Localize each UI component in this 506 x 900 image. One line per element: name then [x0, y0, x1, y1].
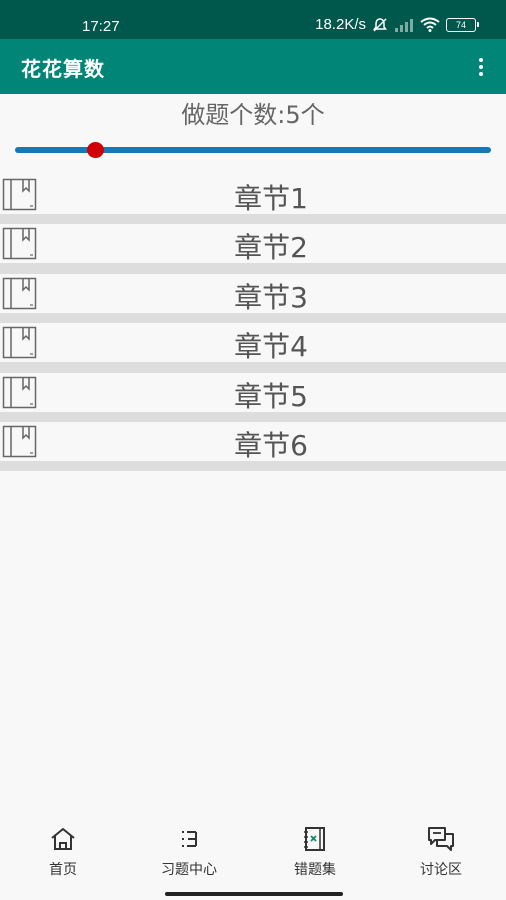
- chapter-label: 章节1: [234, 182, 308, 215]
- nav-wrong-questions-label: 错题集: [294, 862, 336, 878]
- chapter-label: 章节5: [234, 379, 308, 413]
- more-vert-icon[interactable]: [474, 55, 488, 79]
- wifi-icon: [420, 17, 440, 32]
- chapter-item-5[interactable]: 章节5: [0, 372, 506, 413]
- chapter-divider: [0, 460, 506, 472]
- nav-exercise-center-label: 习题中心: [161, 862, 217, 878]
- chapter-divider: [0, 214, 506, 225]
- chapter-row: 章节2: [0, 224, 506, 274]
- chapter-divider: [0, 411, 506, 422]
- chapter-item-1[interactable]: 章节1: [0, 175, 506, 215]
- nav-home-label: 首页: [49, 862, 77, 878]
- nav-discussion-label: 讨论区: [420, 862, 462, 878]
- chapter-item-6[interactable]: 章节6: [0, 421, 506, 462]
- battery-icon: 74: [446, 17, 479, 32]
- app-bar: 花花算数: [0, 39, 506, 94]
- signal-icon: [395, 18, 413, 32]
- discussion-icon: [428, 827, 454, 851]
- app-title: 花花算数: [21, 57, 105, 81]
- chapter-list: 章节1 章节2 章节3 章节4 章节5 章节6: [0, 175, 506, 472]
- chapter-row: 章节6: [0, 421, 506, 472]
- question-count-slider[interactable]: [15, 140, 491, 160]
- question-count-label: 做题个数:5个: [181, 101, 325, 129]
- chapter-row: 章节3: [0, 273, 506, 324]
- chapter-item-4[interactable]: 章节4: [0, 323, 506, 364]
- nav-wrong-questions[interactable]: 错题集: [252, 818, 378, 888]
- chapter-row: 章节1: [0, 175, 506, 225]
- chapter-divider: [0, 263, 506, 274]
- battery-level: 74: [455, 19, 466, 30]
- status-icons: 18.2K/s 74: [315, 16, 479, 33]
- chapter-divider: [0, 312, 506, 324]
- home-icon: [51, 828, 75, 850]
- bottom-nav: 首页 习题中心 错题集 讨论区: [0, 818, 506, 888]
- status-time: 17:27: [82, 18, 120, 35]
- slider-track[interactable]: [15, 147, 491, 153]
- chapter-item-2[interactable]: 章节2: [0, 224, 506, 265]
- nav-home[interactable]: 首页: [0, 818, 126, 888]
- chapter-label: 章节2: [234, 231, 308, 265]
- chapter-divider: [0, 362, 506, 373]
- chapter-row: 章节5: [0, 372, 506, 422]
- chapter-row: 章节4: [0, 323, 506, 373]
- chapter-label: 章节4: [234, 330, 308, 364]
- chapter-label: 章节6: [234, 428, 308, 462]
- chapter-item-3[interactable]: 章节3: [0, 273, 506, 314]
- chapter-label: 章节3: [234, 280, 308, 314]
- status-bar: 17:27 18.2K/s 74: [0, 0, 506, 39]
- nav-exercise-center[interactable]: 习题中心: [126, 818, 252, 888]
- slider-thumb[interactable]: [87, 142, 105, 158]
- nav-discussion[interactable]: 讨论区: [378, 818, 504, 888]
- mute-bell-icon: [373, 17, 387, 32]
- exercise-list-icon: [182, 831, 197, 847]
- net-speed: 18.2K/s: [315, 16, 366, 33]
- home-indicator[interactable]: [165, 892, 343, 896]
- wrong-notebook-icon: [304, 827, 325, 851]
